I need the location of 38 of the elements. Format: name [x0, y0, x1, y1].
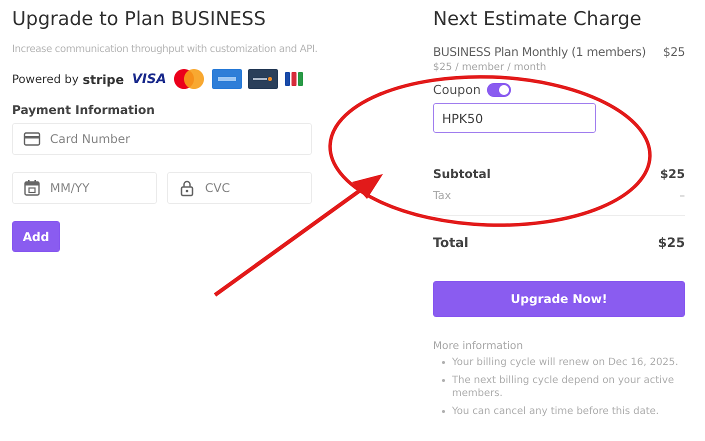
input-field[interactable]: Card Number	[12, 123, 312, 155]
input-field[interactable]: MM/YY	[12, 172, 157, 204]
amex-card-icon	[212, 69, 242, 89]
info-text: Your billing cycle will renew on Dec 16, 2025.	[452, 356, 678, 369]
subtotal-label: Subtotal	[433, 167, 491, 181]
summary-title: Next Estimate Charge	[433, 8, 642, 32]
total-label: Total	[433, 236, 469, 251]
page-subtitle: Increase communication throughput with customization and API.	[12, 44, 318, 55]
card-icon	[23, 130, 41, 148]
lock-icon	[178, 179, 196, 197]
input-field[interactable]: CVC	[167, 172, 312, 204]
section-heading: Payment Information	[12, 103, 156, 117]
calendar-icon	[23, 179, 41, 197]
subtotal-amount: $25	[660, 167, 685, 181]
total-amount: $25	[658, 236, 685, 251]
plan-rate: $25 / member / month	[433, 62, 548, 73]
info-text: The next billing cycle depend on your active members.	[452, 374, 676, 400]
mastercard-icon	[172, 68, 206, 90]
powered-by-label: Powered by	[12, 72, 79, 86]
page-title: Upgrade to Plan BUSINESS	[12, 8, 267, 32]
coupon-label: Coupon	[433, 82, 481, 97]
tax-amount: –	[680, 189, 685, 202]
tax-label: Tax	[433, 189, 452, 202]
visa-logo: VISA	[132, 72, 166, 86]
bullet-icon	[442, 379, 445, 382]
plan-amount: $25	[662, 45, 685, 59]
info-heading: More information	[433, 340, 524, 352]
bullet-icon	[442, 361, 445, 364]
jcb-card-icon	[284, 69, 304, 89]
upgrade-button[interactable]: Upgrade Now!	[433, 281, 685, 317]
add-button[interactable]: Add	[12, 221, 60, 252]
coupon-toggle[interactable]	[486, 82, 511, 96]
plan-label: BUSINESS Plan Monthly (1 members)	[433, 45, 646, 59]
discover-card-icon	[248, 69, 278, 89]
stripe-logo: stripe	[82, 72, 124, 86]
bullet-icon	[442, 410, 445, 413]
info-text: You can cancel any time before this date.	[452, 405, 659, 418]
coupon-field[interactable]: HPK50	[433, 103, 596, 133]
